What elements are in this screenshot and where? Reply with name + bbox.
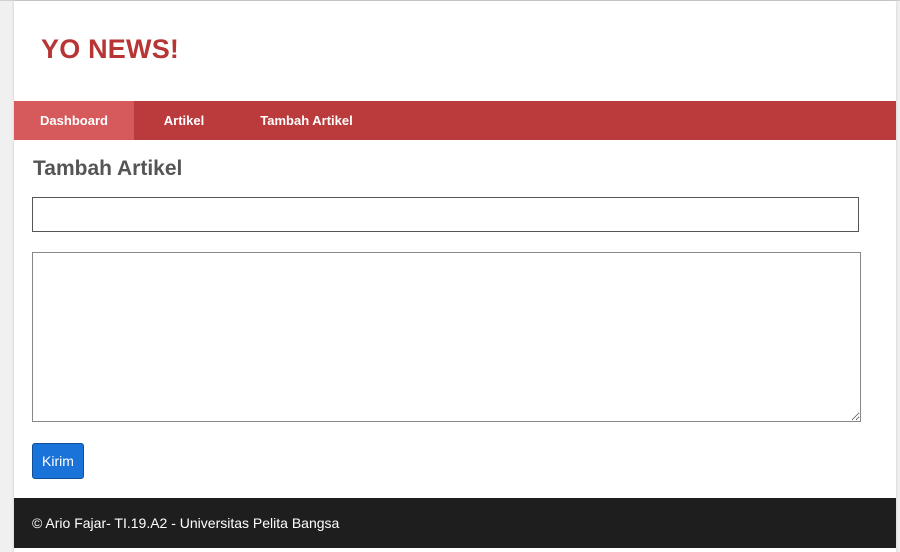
page-title: Tambah Artikel (33, 157, 183, 180)
page-container: YO NEWS! Dashboard Artikel Tambah Artike… (14, 1, 896, 552)
site-title: YO NEWS! (41, 34, 180, 64)
nav-item-tambah-artikel[interactable]: Tambah Artikel (234, 101, 379, 140)
nav-item-artikel[interactable]: Artikel (134, 101, 234, 140)
site-footer: © Ario Fajar- TI.19.A2 - Universitas Pel… (14, 498, 896, 548)
main-nav: Dashboard Artikel Tambah Artikel (14, 101, 896, 140)
article-body-textarea[interactable] (32, 252, 861, 422)
article-title-input[interactable] (32, 197, 859, 232)
main-content: Tambah Artikel Kirim (14, 140, 896, 498)
nav-item-dashboard[interactable]: Dashboard (14, 101, 134, 140)
submit-button[interactable]: Kirim (32, 443, 84, 479)
site-header: YO NEWS! (14, 1, 896, 101)
footer-copyright: © Ario Fajar- TI.19.A2 - Universitas Pel… (32, 515, 340, 531)
